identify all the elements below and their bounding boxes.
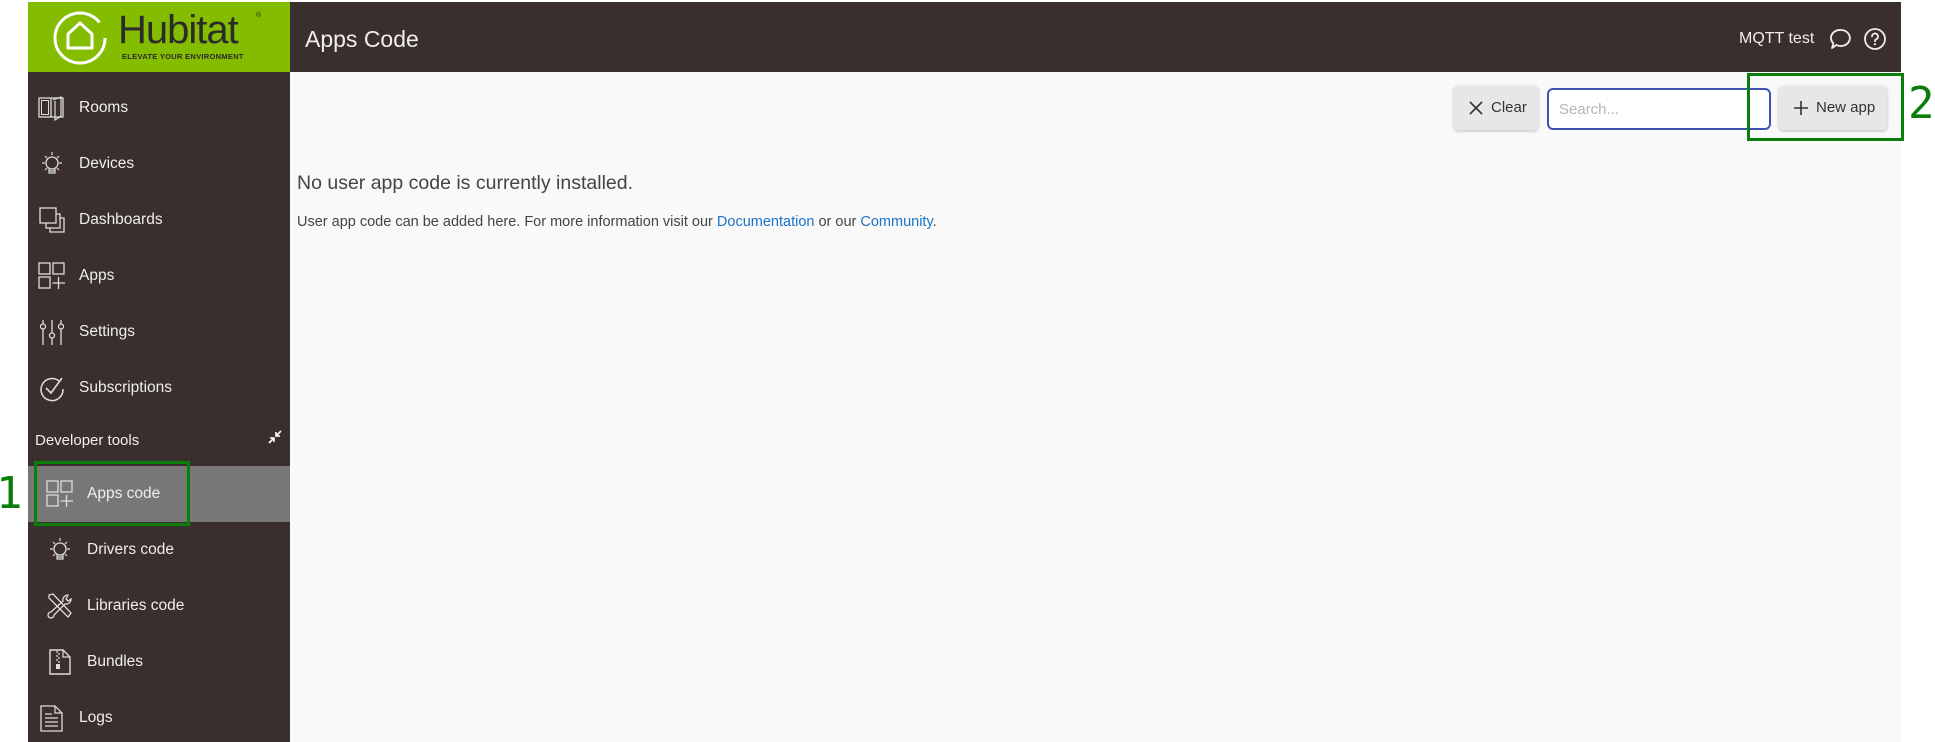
registered-mark: ®: [256, 12, 262, 19]
sidebar-item-label: Dashboards: [79, 211, 163, 228]
sidebar-item-settings[interactable]: Settings: [28, 304, 290, 360]
collapse-icon[interactable]: [267, 429, 283, 445]
new-app-button[interactable]: New app: [1779, 86, 1887, 130]
lightbulb-icon: [50, 538, 70, 560]
sidebar-item-label: Libraries code: [87, 597, 185, 614]
hub-name[interactable]: MQTT test: [1739, 30, 1814, 48]
sidebar-item-devices[interactable]: Devices: [28, 136, 290, 192]
zip-file-icon: [49, 649, 71, 675]
plus-icon: [1794, 101, 1808, 115]
sidebar-item-label: Settings: [79, 323, 136, 340]
community-link[interactable]: Community: [860, 214, 932, 230]
search-input[interactable]: [1547, 88, 1771, 130]
empty-state-description: User app code can be added here. For mor…: [297, 214, 937, 230]
sliders-icon: [39, 320, 65, 345]
help-icon[interactable]: [1863, 27, 1887, 51]
rooms-icon: [38, 96, 64, 122]
apps-icon: [46, 480, 73, 507]
sidebar-item-dashboards[interactable]: Dashboards: [28, 192, 290, 248]
sidebar-item-libraries-code[interactable]: Libraries code: [28, 578, 290, 634]
clear-button[interactable]: Clear: [1454, 86, 1538, 130]
brand-name: Hubitat: [118, 8, 239, 52]
check-circle-icon: [40, 377, 64, 402]
clear-button-label: Clear: [1491, 99, 1527, 116]
sidebar-item-apps[interactable]: Apps: [28, 248, 290, 304]
description-text: User app code can be added here. For mor…: [297, 214, 717, 230]
chat-icon[interactable]: [1828, 27, 1852, 51]
brand-tagline: ELEVATE YOUR ENVIRONMENT: [122, 52, 244, 61]
annotation-label-1: 1: [0, 468, 23, 519]
sidebar-item-label: Rooms: [79, 99, 129, 116]
developer-tools-heading[interactable]: Developer tools: [35, 432, 139, 449]
sidebar-item-logs[interactable]: Logs: [28, 690, 290, 742]
documentation-link[interactable]: Documentation: [717, 214, 815, 230]
sidebar-item-drivers-code[interactable]: Drivers code: [28, 522, 290, 578]
close-icon: [1469, 101, 1483, 115]
document-icon: [40, 705, 63, 732]
sidebar-item-label: Logs: [79, 709, 113, 726]
sidebar-item-label: Bundles: [87, 653, 144, 670]
app-window: Hubitat ® ELEVATE YOUR ENVIRONMENT Apps …: [28, 2, 1901, 742]
annotation-label-2: 2: [1908, 78, 1935, 129]
top-header: Hubitat ® ELEVATE YOUR ENVIRONMENT Apps …: [28, 2, 1901, 72]
sidebar-item-apps-code[interactable]: Apps code: [28, 466, 290, 522]
page-title: Apps Code: [305, 26, 419, 52]
sidebar-item-subscriptions[interactable]: Subscriptions: [28, 360, 290, 416]
sidebar-item-rooms[interactable]: Rooms: [28, 80, 290, 136]
sidebar-item-label: Devices: [79, 155, 135, 172]
description-text: or our: [814, 214, 861, 230]
new-app-button-label: New app: [1816, 99, 1876, 116]
sidebar-item-label: Drivers code: [87, 541, 174, 558]
description-text: .: [932, 214, 937, 230]
sidebar-item-label: Apps code: [87, 485, 161, 502]
empty-state-title: No user app code is currently installed.: [297, 172, 634, 194]
hubitat-logo[interactable]: Hubitat ® ELEVATE YOUR ENVIRONMENT: [28, 2, 290, 72]
lightbulb-icon: [42, 152, 62, 174]
sidebar-item-label: Apps: [79, 267, 115, 284]
dashboards-icon: [39, 207, 65, 233]
sidebar: Rooms Devices Dashboards Apps Settings S…: [28, 72, 290, 742]
sidebar-item-label: Subscriptions: [79, 379, 173, 396]
apps-icon: [38, 262, 65, 289]
tools-icon: [47, 593, 72, 619]
house-logo-icon: [53, 11, 107, 65]
sidebar-item-bundles[interactable]: Bundles: [28, 634, 290, 690]
